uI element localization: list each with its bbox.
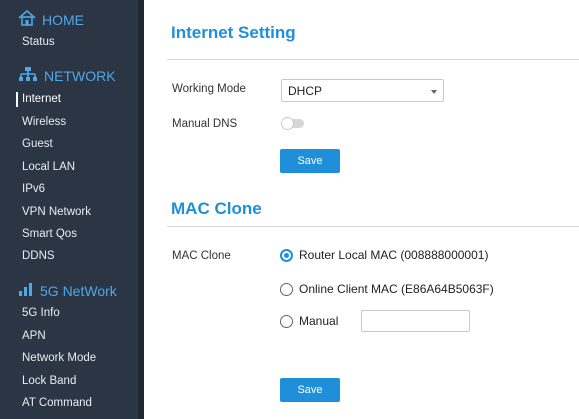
sidebar-section-network[interactable]: NETWORK bbox=[18, 66, 116, 85]
sidebar-item-apn[interactable]: APN bbox=[22, 330, 46, 342]
sidebar-section-5g[interactable]: 5G NetWork bbox=[18, 282, 117, 299]
sidebar-section-home[interactable]: HOME bbox=[18, 9, 84, 29]
home-icon bbox=[18, 9, 36, 29]
radio-button-checked[interactable] bbox=[280, 248, 293, 262]
manual-dns-label: Manual DNS bbox=[172, 118, 238, 130]
mac-clone-title: MAC Clone bbox=[171, 199, 262, 218]
working-mode-value: DHCP bbox=[288, 84, 323, 98]
sidebar-item-ddns[interactable]: DDNS bbox=[22, 250, 55, 262]
mac-clone-label: MAC Clone bbox=[172, 250, 231, 262]
internet-save-button[interactable]: Save bbox=[280, 149, 340, 173]
sidebar-item-vpn-network[interactable]: VPN Network bbox=[22, 206, 91, 218]
sidebar-section-5g-label: 5G NetWork bbox=[40, 282, 117, 299]
sidebar-item-at-command[interactable]: AT Command bbox=[22, 397, 92, 409]
sidebar-section-network-label: NETWORK bbox=[44, 67, 116, 84]
sidebar: HOME Status NETWORK Internet Wireless Gu… bbox=[0, 0, 138, 419]
page-title: Internet Setting bbox=[171, 23, 296, 42]
working-mode-label: Working Mode bbox=[172, 83, 246, 95]
radio-button[interactable] bbox=[280, 282, 293, 296]
radio-online-client-mac[interactable]: Online Client MAC (E86A64B5063F) bbox=[280, 282, 494, 296]
mac-clone-save-button[interactable]: Save bbox=[280, 378, 340, 402]
sidebar-item-ipv6[interactable]: IPv6 bbox=[22, 183, 45, 195]
working-mode-select[interactable]: DHCP bbox=[281, 79, 444, 102]
sidebar-item-network-mode[interactable]: Network Mode bbox=[22, 352, 96, 364]
sidebar-item-local-lan[interactable]: Local LAN bbox=[22, 161, 75, 173]
manual-dns-toggle[interactable] bbox=[281, 117, 304, 130]
sidebar-item-guest[interactable]: Guest bbox=[22, 138, 53, 150]
radio-button[interactable] bbox=[280, 314, 293, 328]
mac-clone-divider bbox=[167, 226, 579, 227]
sidebar-item-status[interactable]: Status bbox=[22, 36, 55, 48]
caret-down-icon bbox=[431, 90, 437, 94]
sidebar-item-smart-qos[interactable]: Smart Qos bbox=[22, 228, 77, 240]
sidebar-item-internet[interactable]: Internet bbox=[22, 93, 61, 105]
radio-online-client-mac-label: Online Client MAC (E86A64B5063F) bbox=[299, 282, 494, 296]
network-icon bbox=[18, 66, 38, 85]
toggle-knob bbox=[281, 117, 294, 130]
sidebar-section-home-label: HOME bbox=[42, 11, 84, 28]
radio-router-local-mac-label: Router Local MAC (008888000001) bbox=[299, 248, 489, 262]
title-divider bbox=[167, 59, 579, 60]
radio-manual[interactable]: Manual bbox=[280, 314, 338, 328]
sidebar-item-wireless[interactable]: Wireless bbox=[22, 116, 66, 128]
radio-manual-label: Manual bbox=[299, 314, 339, 328]
sidebar-item-5g-info[interactable]: 5G Info bbox=[22, 307, 60, 319]
manual-mac-input[interactable] bbox=[361, 310, 470, 332]
sidebar-item-lock-band[interactable]: Lock Band bbox=[22, 375, 76, 387]
main-content: Internet Setting Working Mode DHCP Manua… bbox=[144, 0, 579, 419]
radio-router-local-mac[interactable]: Router Local MAC (008888000001) bbox=[280, 248, 488, 262]
active-indicator bbox=[16, 92, 18, 107]
signal-icon bbox=[18, 282, 34, 299]
